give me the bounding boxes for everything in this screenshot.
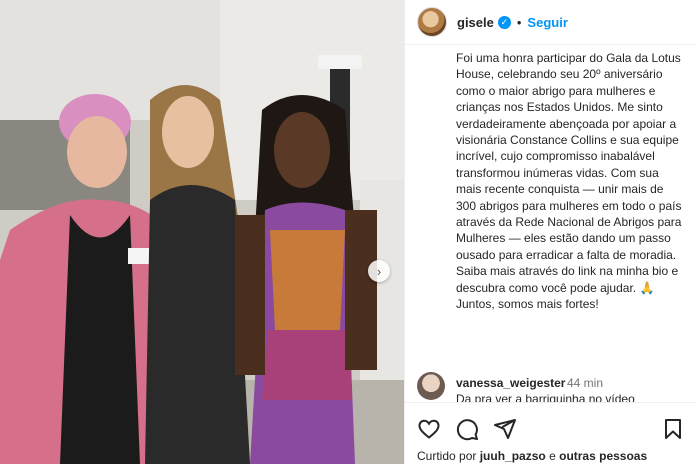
separator: • bbox=[516, 14, 522, 30]
avatar[interactable] bbox=[417, 7, 447, 37]
bookmark-icon[interactable] bbox=[661, 417, 685, 441]
post-username[interactable]: gisele bbox=[457, 15, 494, 30]
likes-connector: e bbox=[549, 449, 556, 463]
post-panel: gisele ✓ • Seguir Foi uma honra particip… bbox=[404, 0, 696, 465]
likes-others[interactable]: outras pessoas bbox=[559, 449, 647, 463]
comment-username[interactable]: vanessa_weigester bbox=[456, 376, 565, 390]
post-caption: Foi uma honra participar do Gala da Lotu… bbox=[456, 51, 682, 312]
likes-user[interactable]: juuh_pazso bbox=[480, 449, 546, 463]
chevron-right-icon: › bbox=[376, 263, 382, 279]
post-header: gisele ✓ • Seguir bbox=[405, 0, 696, 45]
likes-prefix: Curtido por bbox=[417, 449, 477, 463]
verified-badge-icon: ✓ bbox=[497, 15, 511, 29]
share-icon[interactable] bbox=[493, 417, 517, 441]
follow-button[interactable]: Seguir bbox=[527, 15, 567, 30]
likes-summary: Curtido por juuh_pazso e outras pessoas bbox=[417, 449, 647, 463]
heart-icon[interactable] bbox=[417, 417, 441, 441]
comment-time: 44 min bbox=[567, 376, 604, 390]
post-photo[interactable]: › bbox=[0, 0, 404, 464]
comment-icon[interactable] bbox=[455, 417, 479, 441]
photo-illustration bbox=[0, 0, 404, 464]
action-bar: Curtido por juuh_pazso e outras pessoas bbox=[405, 402, 696, 465]
comment-avatar[interactable] bbox=[417, 372, 445, 400]
carousel-next-button[interactable]: › bbox=[368, 260, 390, 282]
